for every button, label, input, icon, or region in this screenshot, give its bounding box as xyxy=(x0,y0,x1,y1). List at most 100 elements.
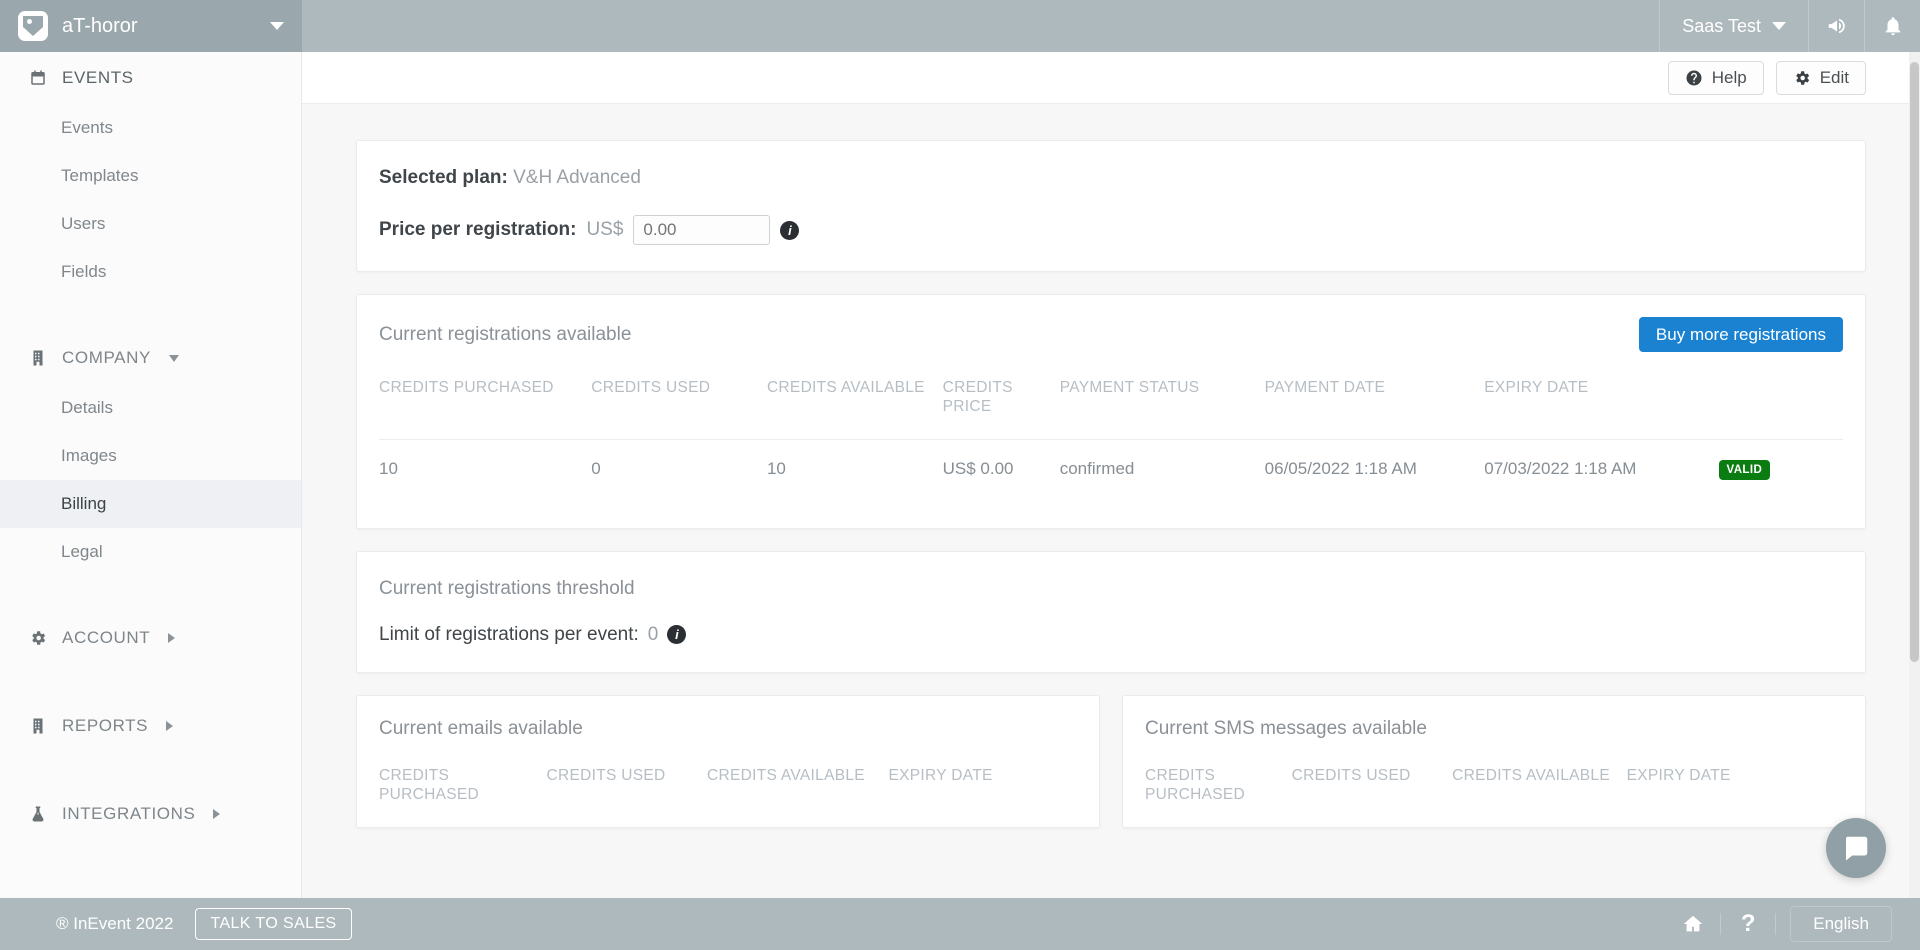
home-icon xyxy=(1684,915,1703,932)
chevron-right-icon xyxy=(166,721,174,731)
sidebar-item-legal[interactable]: Legal xyxy=(0,528,301,576)
chevron-right-icon xyxy=(213,809,221,819)
sidebar-group-label: REPORTS xyxy=(62,716,149,735)
megaphone-icon xyxy=(1828,18,1845,34)
sidebar: EVENTS Events Templates Users Fields COM… xyxy=(0,52,302,898)
card-title: Current SMS messages available xyxy=(1145,717,1427,739)
sidebar-item-images[interactable]: Images xyxy=(0,432,301,480)
cell-credits-available: 10 xyxy=(766,438,943,498)
card-title: Current emails available xyxy=(379,717,583,739)
chevron-down-icon xyxy=(270,22,284,30)
footer-divider xyxy=(1775,913,1777,935)
col-credits-used: CREDITS USED xyxy=(546,766,666,784)
announcements-button[interactable] xyxy=(1808,0,1864,52)
sidebar-item-templates[interactable]: Templates xyxy=(0,152,301,200)
currency-label: US$ xyxy=(586,219,624,240)
col-credits-used: CREDITS USED xyxy=(1291,766,1411,784)
chat-bubble-icon xyxy=(1845,836,1868,861)
workspace-name: aT-horor xyxy=(62,14,138,37)
sidebar-group-reports[interactable]: REPORTS xyxy=(0,700,301,752)
footer-right: ? English xyxy=(1666,906,1892,942)
cell-credits-price: US$ 0.00 xyxy=(942,438,1060,498)
current-emails-card: Current emails available CREDITS PURCHAS… xyxy=(356,694,1100,828)
action-bar: Help Edit xyxy=(302,52,1920,104)
footer-left: ® InEvent 2022 TALK TO SALES xyxy=(28,908,352,940)
help-button[interactable]: Help xyxy=(1667,60,1764,95)
selected-plan-card: Selected plan: V&H Advanced Price per re… xyxy=(356,140,1866,272)
table-header-row: CREDITS PURCHASED CREDITS USED CREDITS A… xyxy=(1145,740,1843,827)
cell-payment-date: 06/05/2022 1:18 AM xyxy=(1264,438,1485,498)
building-icon xyxy=(28,349,48,367)
sidebar-group-events[interactable]: EVENTS xyxy=(0,52,301,104)
scrollbar-thumb[interactable] xyxy=(1910,62,1919,662)
current-registrations-card: Current registrations available Buy more… xyxy=(356,294,1866,529)
col-credits-available: CREDITS AVAILABLE xyxy=(1452,766,1610,784)
sidebar-group-company[interactable]: COMPANY xyxy=(0,332,301,384)
main-content: Help Edit Selected plan: V&H Advanced Pr… xyxy=(302,52,1920,898)
cell-credits-purchased: 10 xyxy=(379,438,592,498)
buy-more-registrations-button[interactable]: Buy more registrations xyxy=(1638,317,1843,352)
info-icon[interactable]: i xyxy=(667,625,687,645)
sidebar-group-integrations[interactable]: INTEGRATIONS xyxy=(0,788,301,840)
selected-plan-value: V&H Advanced xyxy=(513,167,641,188)
language-selector[interactable]: English xyxy=(1790,906,1892,942)
sidebar-group-account[interactable]: ACCOUNT xyxy=(0,612,301,664)
price-input[interactable] xyxy=(633,215,771,245)
home-button[interactable] xyxy=(1666,913,1720,935)
sidebar-group-label: COMPANY xyxy=(62,348,151,367)
sidebar-item-fields[interactable]: Fields xyxy=(0,248,301,296)
edit-label: Edit xyxy=(1819,67,1849,87)
flask-icon xyxy=(28,805,48,823)
user-menu[interactable]: Saas Test xyxy=(1659,0,1808,52)
talk-to-sales-button[interactable]: TALK TO SALES xyxy=(195,908,352,940)
chevron-down-icon xyxy=(168,354,179,362)
edit-button[interactable]: Edit xyxy=(1775,60,1866,95)
selected-plan-label: Selected plan: xyxy=(379,167,508,188)
gear-icon xyxy=(28,629,48,647)
sidebar-group-label: EVENTS xyxy=(62,68,134,87)
chat-support-button[interactable] xyxy=(1826,818,1886,878)
sidebar-group-label: INTEGRATIONS xyxy=(62,804,196,823)
sidebar-item-users[interactable]: Users xyxy=(0,200,301,248)
status-badge: VALID xyxy=(1718,459,1771,480)
col-status xyxy=(1719,352,1844,439)
col-credits-available: CREDITS AVAILABLE xyxy=(766,379,925,396)
notifications-button[interactable] xyxy=(1864,0,1920,52)
top-bar-right: Saas Test xyxy=(1659,0,1920,52)
emails-table: CREDITS PURCHASED CREDITS USED CREDITS A… xyxy=(379,740,1077,827)
sms-table: CREDITS PURCHASED CREDITS USED CREDITS A… xyxy=(1145,740,1843,827)
page-scrollbar[interactable] xyxy=(1909,52,1920,898)
user-name: Saas Test xyxy=(1682,15,1761,36)
gear-icon xyxy=(1795,70,1809,85)
current-sms-card: Current SMS messages available CREDITS P… xyxy=(1122,694,1866,828)
col-credits-purchased: CREDITS PURCHASED xyxy=(1145,766,1246,804)
footer-bar: ® InEvent 2022 TALK TO SALES ? English xyxy=(0,898,1920,950)
info-icon[interactable]: i xyxy=(780,220,800,240)
table-row[interactable]: 10 0 10 US$ 0.00 confirmed 06/05/2022 1:… xyxy=(379,438,1843,498)
sidebar-item-billing[interactable]: Billing xyxy=(0,480,301,528)
sidebar-item-events[interactable]: Events xyxy=(0,104,301,152)
footer-help-button[interactable]: ? xyxy=(1721,910,1775,938)
registrations-threshold-card: Current registrations threshold Limit of… xyxy=(356,550,1866,673)
table-header-row: CREDITS PURCHASED CREDITS USED CREDITS A… xyxy=(379,352,1843,439)
col-credits-purchased: CREDITS PURCHASED xyxy=(379,766,480,804)
help-label: Help xyxy=(1711,67,1747,87)
cell-payment-status: confirmed xyxy=(1059,438,1265,498)
sidebar-item-details[interactable]: Details xyxy=(0,384,301,432)
building-icon xyxy=(28,717,48,735)
col-payment-date: PAYMENT DATE xyxy=(1264,379,1386,396)
bell-icon xyxy=(1885,17,1900,36)
copyright-text: ® InEvent 2022 xyxy=(56,914,174,933)
chevron-down-icon xyxy=(1772,22,1786,30)
cell-expiry-date: 07/03/2022 1:18 AM xyxy=(1484,438,1719,498)
col-expiry-date: EXPIRY DATE xyxy=(888,766,993,784)
col-payment-status: PAYMENT STATUS xyxy=(1059,379,1200,396)
cell-credits-used: 0 xyxy=(591,438,767,498)
col-credits-purchased: CREDITS PURCHASED xyxy=(379,379,554,396)
workspace-switcher[interactable]: aT-horor xyxy=(0,0,302,52)
price-label: Price per registration: xyxy=(379,219,577,240)
card-title: Current registrations available xyxy=(379,323,632,345)
